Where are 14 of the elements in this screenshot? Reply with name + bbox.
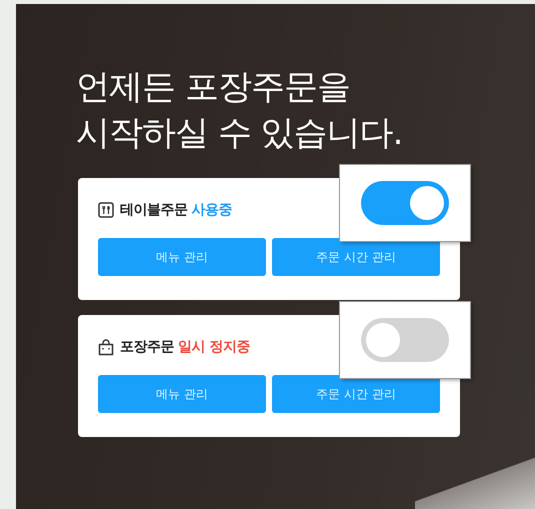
cutlery-icon bbox=[98, 202, 114, 218]
order-status: 일시 정지중 bbox=[178, 338, 250, 356]
manage-button[interactable]: 메뉴 관리 bbox=[98, 238, 266, 276]
toggle-switch[interactable] bbox=[361, 181, 449, 225]
manage-button[interactable]: 주문 시간 관리 bbox=[272, 375, 440, 413]
order-type-title: 포장주문 bbox=[120, 338, 174, 356]
shopping-bag-icon bbox=[98, 338, 114, 356]
order-type-title: 테이블주문 bbox=[120, 201, 188, 219]
manage-button[interactable]: 메뉴 관리 bbox=[98, 375, 266, 413]
toggle-switch[interactable] bbox=[361, 318, 449, 362]
manage-button[interactable]: 주문 시간 관리 bbox=[272, 238, 440, 276]
headline: 언제든 포장주문을 bbox=[76, 66, 350, 109]
headline: 시작하실 수 있습니다. bbox=[76, 112, 402, 155]
order-status: 사용중 bbox=[192, 201, 232, 219]
